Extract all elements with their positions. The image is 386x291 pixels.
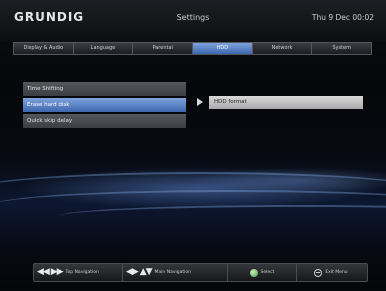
ok-button-icon: [249, 268, 258, 277]
tab-network[interactable]: Network: [253, 43, 313, 54]
rewind-forward-icon: ◀◀ ▶▶: [37, 267, 64, 277]
tab-hdd[interactable]: HDD: [193, 43, 253, 54]
hint-label: Select: [260, 270, 275, 275]
hdd-menu: Time Shifting Erase hard disk Quick skip…: [23, 82, 186, 130]
hint-select: Select: [228, 264, 297, 281]
menu-item-time-shifting[interactable]: Time Shifting: [23, 82, 186, 96]
hint-main-navigation: ◀▶ ▲▼ Main Navigation: [123, 264, 228, 281]
exit-button-icon: [314, 268, 323, 277]
hint-top-navigation: ◀◀ ▶▶ Top Navigation: [34, 264, 123, 281]
hint-label: Top Navigation: [65, 270, 99, 275]
menu-item-quick-skip-delay[interactable]: Quick skip delay: [23, 114, 186, 128]
hint-label: Exit Menu: [325, 270, 348, 275]
tab-display-audio[interactable]: Display & Audio: [14, 43, 74, 54]
settings-screen: GRUNDIG Settings Thu 9 Dec 00:02 Display…: [0, 0, 386, 291]
tab-language[interactable]: Language: [74, 43, 134, 54]
tab-parental[interactable]: Parental: [133, 43, 194, 54]
top-bar: GRUNDIG Settings Thu 9 Dec 00:02: [0, 0, 386, 42]
arrow-keys-icon: ◀▶ ▲▼: [126, 267, 153, 277]
navigation-hint-bar: ◀◀ ▶▶ Top Navigation ◀▶ ▲▼ Main Navigati…: [33, 263, 368, 282]
hint-exit-menu: Exit Menu: [297, 264, 365, 281]
settings-tabs: Display & Audio Language Parental HDD Ne…: [13, 42, 372, 55]
hint-label: Main Navigation: [154, 270, 191, 275]
background-swoosh: [60, 205, 386, 227]
tab-system[interactable]: System: [312, 43, 371, 54]
clock: Thu 9 Dec 00:02: [311, 13, 374, 22]
hdd-format-option[interactable]: HDD format: [209, 96, 363, 109]
arrow-right-icon: [197, 98, 203, 106]
menu-item-erase-hard-disk[interactable]: Erase hard disk: [23, 98, 186, 112]
